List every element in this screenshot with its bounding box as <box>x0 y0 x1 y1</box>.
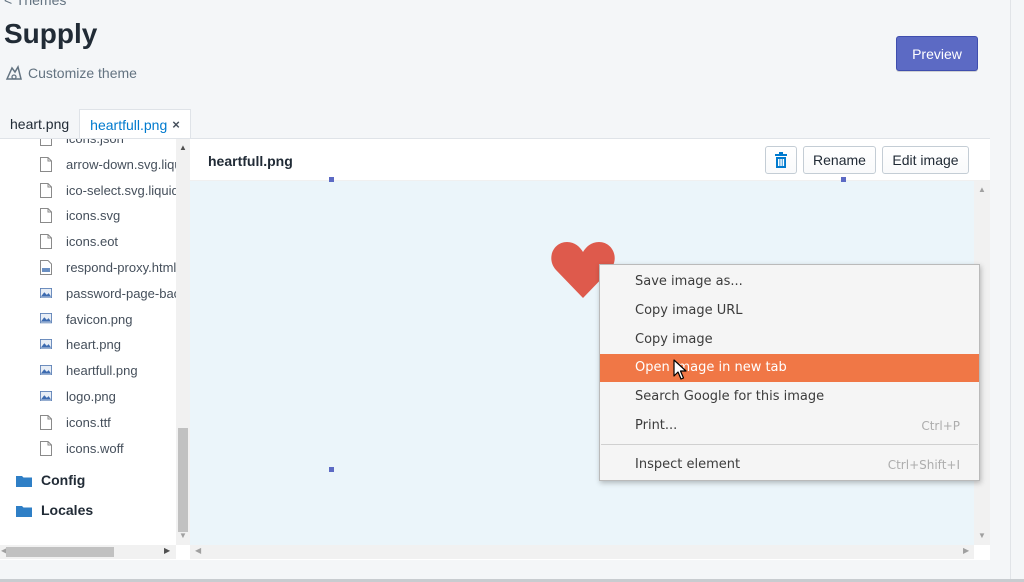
customize-icon <box>5 65 22 80</box>
selection-handle[interactable] <box>329 467 334 472</box>
preview-button[interactable]: Preview <box>896 36 978 71</box>
scroll-up-arrow-icon[interactable]: ▲ <box>179 143 187 152</box>
menu-item-inspect-element[interactable]: Inspect element Ctrl+Shift+I <box>600 451 979 479</box>
page-title: Supply <box>4 18 98 49</box>
tab-heart-png[interactable]: heart.png <box>0 109 79 139</box>
file-tree-item-label: icons.json <box>66 139 124 146</box>
file-tree-item-label: icons.svg <box>66 208 121 224</box>
file-tree-item-label: heart.png <box>66 337 121 353</box>
file-icon <box>40 234 52 250</box>
menu-item-label: Save image as... <box>635 274 743 289</box>
file-icon <box>40 414 52 430</box>
selection-handle[interactable] <box>329 177 334 182</box>
page-scrollbar[interactable] <box>1010 0 1024 582</box>
scroll-right-arrow-icon[interactable]: ▶ <box>164 546 170 555</box>
folder-label: Config <box>41 472 86 488</box>
file-tree-item-label: heartfull.png <box>66 363 138 379</box>
image-file-icon <box>40 286 52 301</box>
folder-label: Locales <box>41 502 94 518</box>
file-tree-horizontal-scrollbar[interactable]: ◀ ▶ <box>0 545 176 559</box>
image-file-icon <box>40 389 52 404</box>
image-file-icon <box>40 337 52 352</box>
file-icon <box>40 440 52 456</box>
mouse-cursor-icon <box>673 359 687 380</box>
file-icon <box>40 156 52 172</box>
menu-item-shortcut: Ctrl+P <box>921 419 960 433</box>
scrollbar-thumb[interactable] <box>178 428 188 532</box>
folder-icon <box>16 506 32 517</box>
scroll-down-arrow-icon[interactable]: ▼ <box>179 531 187 540</box>
trash-icon <box>775 152 787 168</box>
close-tab-icon[interactable]: × <box>172 117 180 132</box>
menu-item-label: Inspect element <box>635 457 741 472</box>
menu-item-copy-image-url[interactable]: Copy image URL <box>600 297 979 325</box>
rename-button[interactable]: Rename <box>803 146 876 174</box>
menu-item-shortcut: Ctrl+Shift+I <box>887 458 960 472</box>
menu-item-open-image-in-new-tab[interactable]: Open image in new tab <box>600 354 979 382</box>
customize-theme-link[interactable]: Customize theme <box>4 63 137 83</box>
menu-item-copy-image[interactable]: Copy image <box>600 326 979 354</box>
file-tree-item-label: icons.ttf <box>66 414 111 430</box>
file-tree-item-label: icons.woff <box>66 440 124 456</box>
menu-item-print[interactable]: Print... Ctrl+P <box>600 412 979 440</box>
back-to-themes-link[interactable]: < Themes <box>4 0 66 8</box>
menu-item-label: Print... <box>635 418 678 433</box>
scroll-left-arrow-icon[interactable]: ◀ <box>195 546 201 555</box>
file-tree-vertical-scrollbar[interactable]: ▲ ▼ <box>176 139 190 545</box>
scroll-down-arrow-icon[interactable]: ▼ <box>978 531 986 540</box>
image-file-icon <box>40 312 52 327</box>
context-menu: Save image as... Copy image URL Copy ima… <box>599 264 980 481</box>
menu-item-label: Search Google for this image <box>635 389 825 404</box>
delete-button[interactable] <box>765 146 797 174</box>
scroll-up-arrow-icon[interactable]: ▲ <box>978 185 986 194</box>
scrollbar-thumb[interactable] <box>6 547 114 557</box>
file-icon <box>40 208 52 224</box>
edit-image-button[interactable]: Edit image <box>882 146 969 174</box>
editor-header: heartfull.png Rename Edit image <box>190 139 990 181</box>
html-file-icon <box>40 260 52 275</box>
menu-separator <box>601 444 978 445</box>
file-icon <box>40 139 52 146</box>
file-tree-item-label: respond-proxy.html <box>66 260 176 275</box>
file-tab-bar: heart.png heartfull.png × <box>0 109 191 139</box>
tab-label: heartfull.png <box>90 116 168 133</box>
menu-item-search-google-for-image[interactable]: Search Google for this image <box>600 383 979 411</box>
menu-item-label: Open image in new tab <box>635 360 787 375</box>
image-file-icon <box>40 363 52 378</box>
file-tree: icons.json arrow-down.svg.liquid ico-selec… <box>0 139 176 545</box>
tab-label: heart.png <box>10 116 70 132</box>
file-tree-item-label: icons.eot <box>66 234 119 250</box>
editor-filename: heartfull.png <box>208 153 293 169</box>
menu-item-save-image-as[interactable]: Save image as... <box>600 268 979 296</box>
menu-item-label: Copy image URL <box>635 303 743 318</box>
file-icon <box>40 182 52 198</box>
file-tree-item-label: arrow-down.svg.liquid <box>66 156 176 172</box>
file-tree-item-label: favicon.png <box>66 311 133 327</box>
file-tree-item-label: ico-select.svg.liquid <box>66 182 176 198</box>
file-tree-item-label: logo.png <box>66 389 116 404</box>
scroll-right-arrow-icon[interactable]: ▶ <box>963 546 969 555</box>
customize-theme-label: Customize theme <box>28 65 137 81</box>
folder-icon <box>16 476 32 487</box>
file-tree-item-label: password-page-background.png <box>66 285 176 301</box>
tab-heartfull-png[interactable]: heartfull.png × <box>79 109 191 139</box>
canvas-horizontal-scrollbar[interactable]: ◀ ▶ <box>190 545 974 559</box>
selection-handle[interactable] <box>841 177 846 182</box>
menu-item-label: Copy image <box>635 332 713 347</box>
